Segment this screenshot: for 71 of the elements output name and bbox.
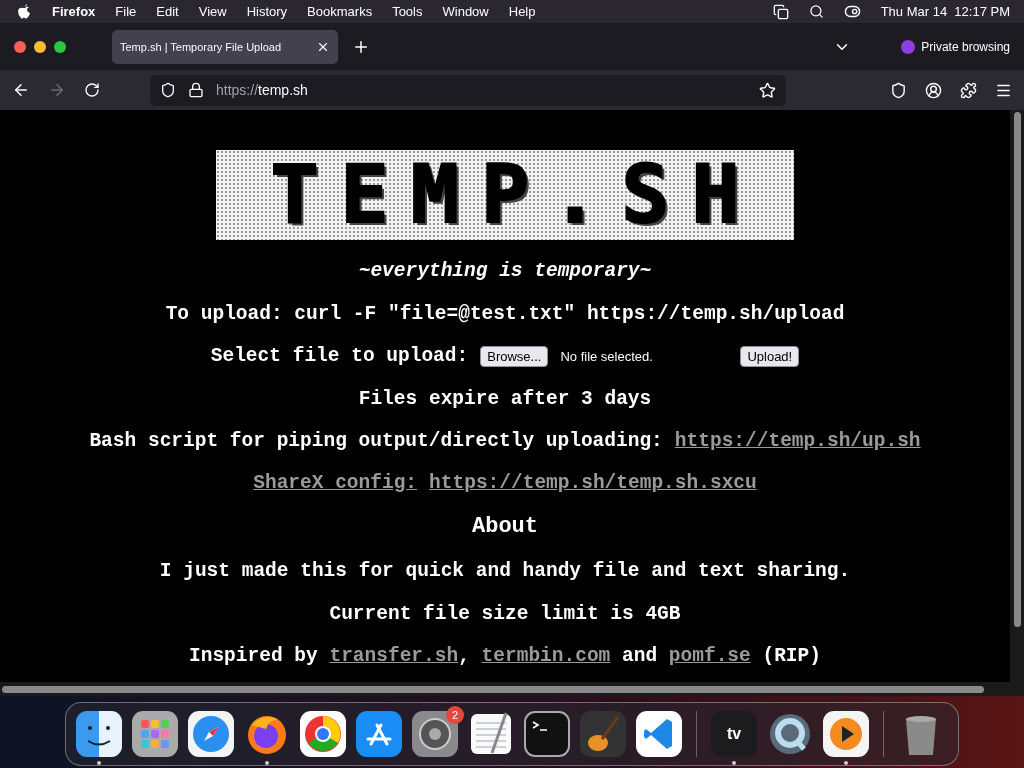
tv-app-icon[interactable]: tv — [711, 711, 757, 757]
lock-icon[interactable] — [188, 82, 204, 98]
zoom-window-icon[interactable] — [54, 40, 66, 53]
credit-text: (RIP) — [762, 645, 821, 667]
app-grid-icon[interactable] — [132, 711, 178, 757]
menu-item[interactable]: View — [198, 4, 227, 19]
file-upload-label: Select file to upload: — [210, 345, 469, 367]
gear-icon[interactable] — [412, 711, 458, 757]
play-icon[interactable] — [823, 711, 869, 757]
extensions-icon[interactable] — [960, 81, 977, 99]
running-indicator — [732, 761, 736, 765]
guitar-icon[interactable] — [580, 711, 626, 757]
about-text: I just made this for quick and handy file and text sharing. — [159, 560, 851, 582]
about-text: Current file size limit is 4GB — [329, 603, 681, 625]
menu-item[interactable]: Window — [442, 4, 489, 19]
horizontal-scrollbar[interactable] — [2, 685, 984, 693]
credit-text: and — [622, 645, 658, 667]
app-store-icon[interactable] — [356, 711, 402, 757]
bash-script-text: Bash script for piping output/directly uploading: — [89, 430, 663, 452]
account-icon[interactable] — [925, 81, 942, 99]
app-menu[interactable]: Firefox — [52, 4, 96, 19]
menu-item[interactable]: History — [246, 4, 288, 19]
control-center-icon[interactable] — [843, 3, 861, 20]
browse-button[interactable]: Browse... — [480, 345, 549, 367]
back-icon[interactable] — [12, 81, 30, 99]
credit-link[interactable]: termbin.com — [481, 645, 611, 667]
vertical-scrollbar[interactable] — [1013, 112, 1021, 627]
about-heading: About — [472, 514, 538, 539]
running-indicator — [265, 761, 269, 765]
terminal-icon[interactable] — [524, 711, 570, 757]
upload-button[interactable]: Upload! — [740, 345, 800, 367]
quicktime-icon[interactable] — [767, 711, 813, 757]
code-editor-icon[interactable] — [636, 711, 682, 757]
credit-text: , — [458, 645, 470, 667]
sharex-file-link[interactable]: https://temp.sh/temp.sh.sxcu — [429, 472, 757, 494]
private-browsing-label: Private browsing — [921, 39, 1010, 54]
tagline: ~everything is temporary~ — [358, 260, 652, 282]
temp-sh-logo: TEMP.SH — [216, 150, 794, 240]
menu-item[interactable]: Edit — [156, 4, 179, 19]
menu-item[interactable]: File — [115, 4, 137, 19]
compass-icon[interactable] — [188, 711, 234, 757]
menu-item[interactable]: Bookmarks — [307, 4, 373, 19]
browser-tab[interactable]: Temp.sh | Temporary File Upload — [112, 29, 338, 64]
screen-mirroring-icon[interactable] — [772, 3, 789, 20]
running-indicator — [97, 761, 101, 765]
credit-link[interactable]: pomf.se — [668, 645, 751, 667]
file-status: No file selected. — [560, 348, 654, 364]
sharex-config-link[interactable]: ShareX config: — [253, 472, 418, 494]
credit-text: Inspired by — [189, 645, 318, 667]
expiry-note: Files expire after 3 days — [358, 388, 652, 410]
notepad-icon[interactable] — [468, 711, 514, 757]
minimize-window-icon[interactable] — [34, 40, 46, 53]
private-mask-icon — [901, 39, 916, 54]
upload-command: To upload: curl -F "file=@test.txt" https://temp.sh/upload — [165, 303, 845, 325]
address-bar[interactable]: https://temp.sh — [150, 74, 786, 106]
menu-item[interactable]: Tools — [392, 4, 423, 19]
bash-script-link[interactable]: https://temp.sh/up.sh — [674, 430, 921, 452]
finder-icon[interactable] — [76, 711, 122, 757]
credit-link[interactable]: transfer.sh — [329, 645, 459, 667]
shield-icon[interactable] — [160, 82, 176, 98]
forward-icon[interactable] — [48, 81, 66, 99]
reload-icon[interactable] — [84, 82, 100, 98]
close-window-icon[interactable] — [14, 40, 26, 53]
running-indicator — [844, 761, 848, 765]
apple-logo-icon[interactable] — [18, 3, 32, 20]
bookmark-star-icon[interactable] — [759, 81, 776, 99]
search-icon[interactable] — [808, 4, 824, 19]
notification-badge: 2 — [446, 706, 464, 724]
menu-item[interactable]: Help — [508, 4, 536, 19]
chrome-icon[interactable] — [300, 711, 346, 757]
clock[interactable]: Thu Mar 14 12:17 PM — [880, 4, 1010, 19]
